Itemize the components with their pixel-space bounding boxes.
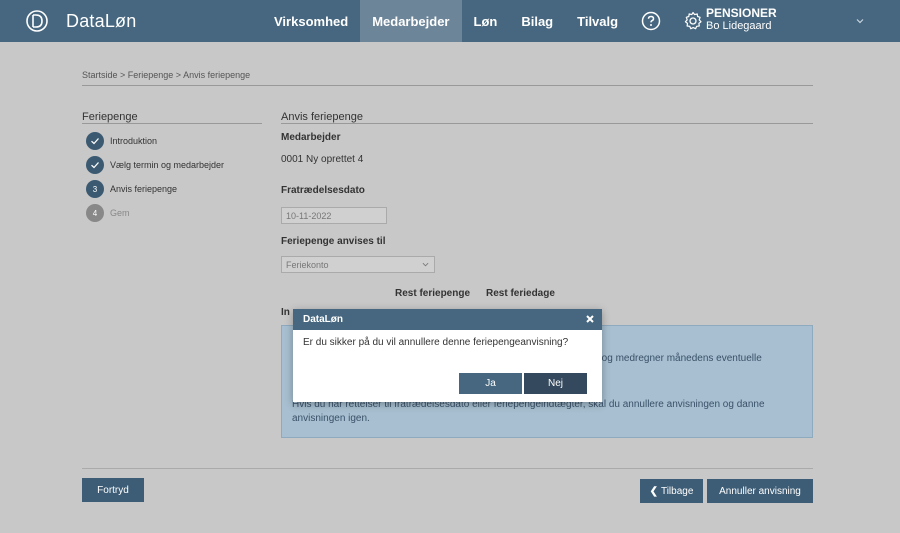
divider bbox=[82, 468, 813, 469]
step-number-badge: 4 bbox=[86, 204, 104, 222]
chevron-down-icon[interactable] bbox=[855, 16, 865, 26]
step-number-badge: 3 bbox=[86, 180, 104, 198]
divider bbox=[82, 123, 262, 124]
step-anvis-feriepenge: 3 Anvis feriepenge bbox=[86, 180, 177, 198]
check-icon bbox=[86, 132, 104, 150]
help-button[interactable] bbox=[630, 0, 672, 42]
divider bbox=[281, 123, 813, 124]
nav-item-lon[interactable]: Løn bbox=[462, 0, 510, 42]
dialog-header: DataLøn bbox=[293, 309, 602, 330]
info-text: 2) og medregner månedens eventuelle bbox=[590, 353, 762, 364]
step-introduktion[interactable]: Introduktion bbox=[86, 132, 157, 150]
gear-icon bbox=[684, 11, 702, 30]
paid-to-select[interactable]: Feriekonto bbox=[281, 256, 435, 273]
back-button[interactable]: ❮ Tilbage bbox=[640, 479, 703, 503]
resignation-date-label: Fratrædelsesdato bbox=[281, 185, 365, 196]
back-button-label: Tilbage bbox=[660, 485, 694, 497]
nav-item-medarbejder[interactable]: Medarbejder bbox=[360, 0, 462, 42]
table-row-label: In bbox=[281, 307, 290, 318]
chevron-left-icon: ❮ bbox=[649, 485, 658, 497]
chevron-down-icon bbox=[422, 262, 429, 267]
yes-button[interactable]: Ja bbox=[459, 373, 522, 394]
resignation-date-input[interactable]: 10-11-2022 bbox=[281, 207, 387, 224]
step-gem: 4 Gem bbox=[86, 204, 130, 222]
employee-label: Medarbejder bbox=[281, 132, 341, 143]
nav-item-tilvalg[interactable]: Tilvalg bbox=[565, 0, 630, 42]
employee-value: 0001 Ny oprettet 4 bbox=[281, 154, 364, 165]
step-label: Vælg termin og medarbejder bbox=[110, 160, 225, 170]
dialog-message: Er du sikker på du vil annullere denne f… bbox=[303, 337, 569, 348]
section-title: Anvis feriepenge bbox=[281, 111, 363, 123]
nav-item-bilag[interactable]: Bilag bbox=[509, 0, 565, 42]
no-button[interactable]: Nej bbox=[524, 373, 587, 394]
divider bbox=[82, 85, 813, 86]
confirm-dialog: DataLøn Er du sikker på du vil annullere… bbox=[293, 309, 602, 402]
main-nav: Virksomhed Medarbejder Løn Bilag Tilvalg bbox=[262, 0, 714, 42]
step-label: Gem bbox=[110, 208, 130, 218]
steps-title: Feriepenge bbox=[82, 111, 138, 123]
step-vaelg-termin[interactable]: Vælg termin og medarbejder bbox=[86, 156, 224, 174]
step-label: Introduktion bbox=[110, 136, 158, 146]
nav-item-virksomhed[interactable]: Virksomhed bbox=[262, 0, 360, 42]
step-label: Anvis feriepenge bbox=[110, 184, 178, 194]
company-name: PENSIONER bbox=[706, 6, 777, 20]
company-switcher[interactable]: PENSIONER Bo Lidegaard bbox=[706, 7, 777, 33]
paid-to-selected-value: Feriekonto bbox=[286, 260, 329, 270]
check-icon bbox=[86, 156, 104, 174]
breadcrumb[interactable]: Startside > Feriepenge > Anvis feriepeng… bbox=[82, 70, 250, 80]
top-navigation-bar: DataLøn Virksomhed Medarbejder Løn Bilag… bbox=[0, 0, 900, 42]
info-text: Hvis du har rettelser til fratrædelsesda… bbox=[292, 399, 765, 424]
annul-button[interactable]: Annuller anvisning bbox=[707, 479, 813, 503]
brand[interactable]: DataLøn bbox=[0, 0, 136, 42]
close-icon[interactable] bbox=[585, 314, 595, 324]
app-name: DataLøn bbox=[66, 10, 137, 31]
column-header-rest-feriedage: Rest feriedage bbox=[486, 288, 555, 299]
page-content: Startside > Feriepenge > Anvis feriepeng… bbox=[0, 42, 900, 533]
datalon-logo-icon bbox=[26, 10, 48, 32]
dialog-title: DataLøn bbox=[303, 314, 343, 325]
paid-to-label: Feriepenge anvises til bbox=[281, 236, 386, 247]
cancel-button[interactable]: Fortryd bbox=[82, 478, 144, 502]
column-header-rest-feriepenge: Rest feriepenge bbox=[395, 288, 471, 299]
user-name: Bo Lidegaard bbox=[706, 20, 772, 32]
question-circle-icon bbox=[641, 11, 661, 31]
